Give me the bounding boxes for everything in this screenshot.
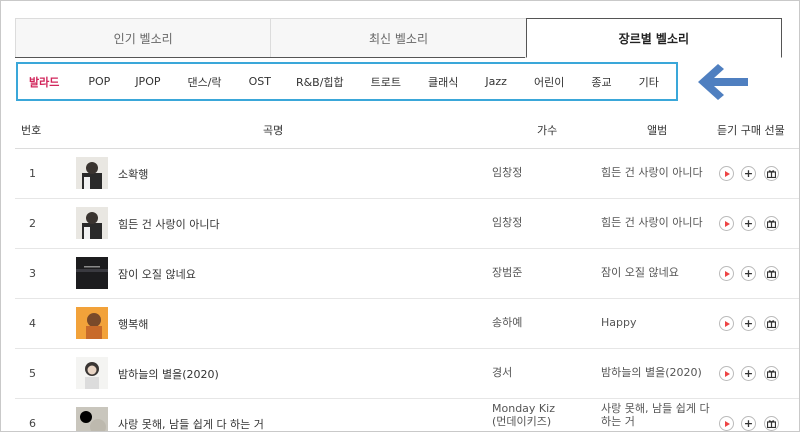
table-header: 번호 곡명 가수 앨범 듣기 구매 선물 [15,113,799,149]
table-row: 1 소확행 임창정 힘든 건 사랑이 아니다 + [15,149,799,199]
gift-icon [767,220,776,228]
song-artist[interactable]: 임창정 [492,216,522,229]
gift-button[interactable] [764,366,779,381]
play-icon [724,420,730,427]
gift-button[interactable] [764,216,779,231]
album-thumbnail[interactable] [76,157,108,189]
genre-jazz[interactable]: Jazz [485,75,507,88]
song-list: 1 소확행 임창정 힘든 건 사랑이 아니다 + 2 힘든 건 사랑이 아니다 … [15,149,799,432]
gift-button[interactable] [764,416,779,431]
plus-icon: + [743,317,754,330]
song-album[interactable]: 힘든 건 사랑이 아니다 [601,166,703,179]
header-album: 앨범 [647,124,668,137]
tab-popular[interactable]: 인기 벨소리 [15,18,271,58]
song-artist[interactable]: 임창정 [492,166,522,179]
genre-rnb-hiphop[interactable]: R&B/힙합 [296,74,344,90]
header-artist: 가수 [537,124,558,137]
song-artist[interactable]: Monday Kiz (먼데이키즈) [492,402,555,428]
buy-button[interactable]: + [741,216,756,231]
gift-icon [767,370,776,378]
play-button[interactable] [719,216,734,231]
genre-classic[interactable]: 클래식 [428,74,458,90]
buy-button[interactable]: + [741,366,756,381]
song-artist[interactable]: 경서 [492,366,512,379]
row-num: 6 [29,417,36,430]
buy-button[interactable]: + [741,266,756,281]
genre-ost[interactable]: OST [249,75,271,88]
song-album[interactable]: 힘든 건 사랑이 아니다 [601,216,703,229]
row-num: 5 [29,367,36,380]
song-artist[interactable]: 송하예 [492,316,522,329]
tab-latest[interactable]: 최신 벨소리 [270,18,526,58]
genre-etc[interactable]: 기타 [639,74,659,90]
gift-icon [767,170,776,178]
plus-icon: + [743,417,754,430]
plus-icon: + [743,267,754,280]
gift-button[interactable] [764,316,779,331]
table-row: 2 힘든 건 사랑이 아니다 임창정 힘든 건 사랑이 아니다 + [15,199,799,249]
genre-religion[interactable]: 종교 [591,74,611,90]
plus-icon: + [743,167,754,180]
table-row: 6 사랑 못해, 남들 쉽게 다 하는 거 Monday Kiz (먼데이키즈)… [15,399,799,432]
play-button[interactable] [719,366,734,381]
play-button[interactable] [719,316,734,331]
song-title[interactable]: 소확행 [118,166,148,182]
genre-trot[interactable]: 트로트 [371,74,401,90]
song-album[interactable]: 사랑 못해, 남들 쉽게 다 하는 거 [601,402,710,428]
gift-icon [767,420,776,428]
play-button[interactable] [719,166,734,181]
song-title[interactable]: 행복해 [118,316,148,332]
song-title[interactable]: 밤하늘의 별을(2020) [118,366,219,382]
left-arrow-icon [698,64,748,100]
play-icon [724,320,730,327]
album-thumbnail[interactable] [76,357,108,389]
tabs-divider [15,57,525,58]
song-title[interactable]: 힘든 건 사랑이 아니다 [118,216,220,232]
genre-pop[interactable]: POP [88,75,110,88]
album-thumbnail[interactable] [76,407,108,432]
play-icon [724,220,730,227]
gift-button[interactable] [764,166,779,181]
play-icon [724,270,730,277]
genre-ballad[interactable]: 발라드 [29,74,59,90]
genre-kids[interactable]: 어린이 [534,74,564,90]
album-thumbnail[interactable] [76,257,108,289]
header-actions: 듣기 구매 선물 [717,124,785,137]
album-thumbnail[interactable] [76,307,108,339]
buy-button[interactable]: + [741,416,756,431]
song-artist[interactable]: 장범준 [492,266,522,279]
header-title: 곡명 [263,124,284,137]
play-button[interactable] [719,416,734,431]
plus-icon: + [743,217,754,230]
category-tabs: 인기 벨소리 최신 벨소리 장르별 벨소리 [15,18,782,58]
play-icon [724,370,730,377]
play-icon [724,170,730,177]
gift-button[interactable] [764,266,779,281]
ringtone-page: 인기 벨소리 최신 벨소리 장르별 벨소리 발라드 POP JPOP 댄스/락 … [0,0,800,432]
buy-button[interactable]: + [741,316,756,331]
song-title[interactable]: 잠이 오질 않네요 [118,266,196,282]
table-row: 4 행복해 송하예 Happy + [15,299,799,349]
row-num: 2 [29,217,36,230]
song-album[interactable]: Happy [601,316,637,329]
table-row: 3 잠이 오질 않네요 장범준 잠이 오질 않네요 + [15,249,799,299]
table-row: 5 밤하늘의 별을(2020) 경서 밤하늘의 별을(2020) + [15,349,799,399]
song-title[interactable]: 사랑 못해, 남들 쉽게 다 하는 거 [118,416,264,431]
song-album[interactable]: 잠이 오질 않네요 [601,266,679,279]
buy-button[interactable]: + [741,166,756,181]
row-num: 4 [29,317,36,330]
header-num: 번호 [21,124,42,137]
play-button[interactable] [719,266,734,281]
genre-filter-bar: 발라드 POP JPOP 댄스/락 OST R&B/힙합 트로트 클래식 Jaz… [16,62,678,101]
row-num: 1 [29,167,36,180]
gift-icon [767,320,776,328]
plus-icon: + [743,367,754,380]
genre-dance-rock[interactable]: 댄스/락 [187,74,221,90]
genre-jpop[interactable]: JPOP [135,75,160,88]
album-thumbnail[interactable] [76,207,108,239]
tab-genre[interactable]: 장르별 벨소리 [525,18,782,58]
song-album[interactable]: 밤하늘의 별을(2020) [601,366,702,379]
row-num: 3 [29,267,36,280]
gift-icon [767,270,776,278]
